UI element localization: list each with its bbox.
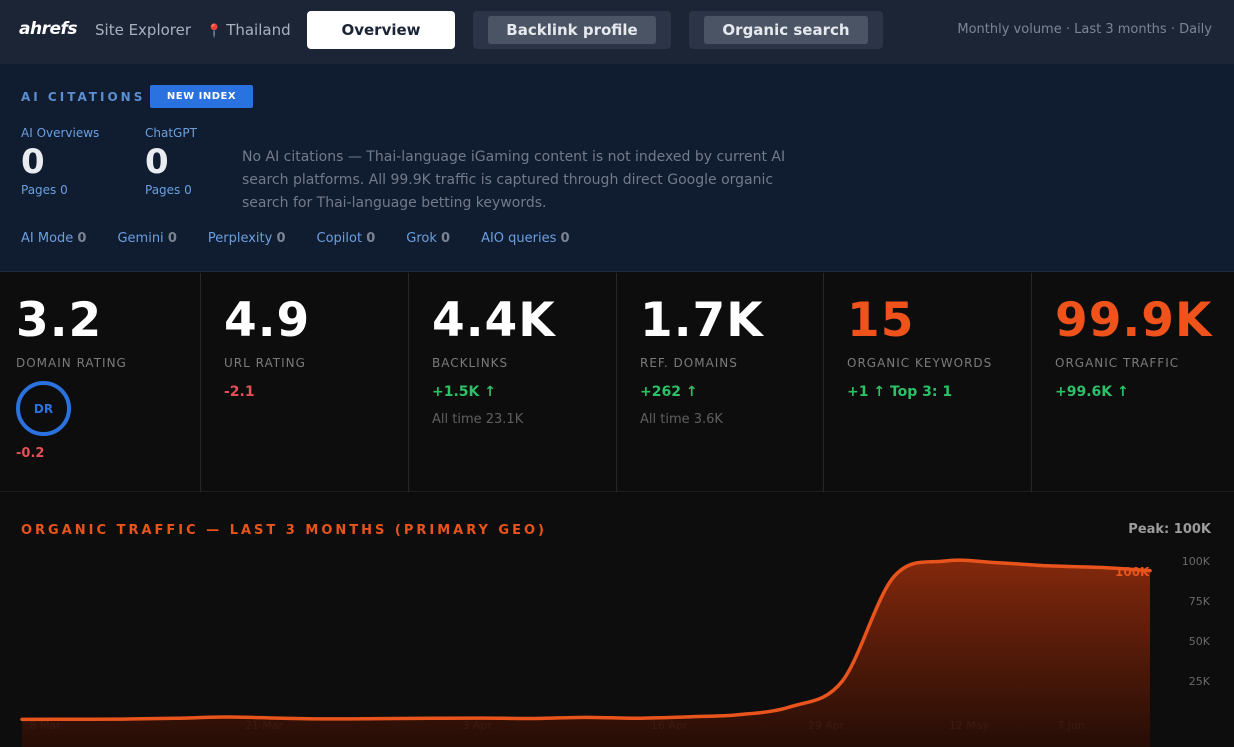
platform-count: 0 <box>77 231 87 246</box>
metric-value: 1.7K <box>640 293 764 348</box>
tab-overview-label: Overview <box>341 21 421 39</box>
location-pin-icon: 📍 <box>206 24 223 39</box>
platform-grok[interactable]: Grok 0 <box>406 231 450 246</box>
platform-aio-queries[interactable]: AIO queries 0 <box>481 231 570 246</box>
metric-change: +99.6K ↑ <box>1055 384 1129 400</box>
ai-overviews-pages: Pages 0 <box>21 183 68 198</box>
metric-domain-rating[interactable]: 3.2 DOMAIN RATING DR -0.2 <box>0 273 201 492</box>
chatgpt-pages: Pages 0 <box>145 183 192 198</box>
y-tick-label: 100K <box>1182 555 1211 568</box>
y-tick-label: 75K <box>1189 595 1211 608</box>
metric-change: +262 ↑ <box>640 384 698 400</box>
metric-url-rating[interactable]: 4.9 URL RATING -2.1 <box>201 273 409 492</box>
chart-title: ORGANIC TRAFFIC — LAST 3 MONTHS (PRIMARY… <box>21 523 547 538</box>
chart-end-label: 100K <box>1115 565 1150 579</box>
metric-change: +1 ↑ Top 3: 1 <box>847 384 953 400</box>
metric-label: REF. DOMAINS <box>640 356 738 370</box>
platform-perplexity[interactable]: Perplexity 0 <box>208 231 286 246</box>
metrics-row: 3.2 DOMAIN RATING DR -0.2 4.9 URL RATING… <box>0 273 1234 492</box>
ai-overviews-label: AI Overviews <box>21 126 100 140</box>
ai-overviews-stat[interactable]: AI Overviews 0 Pages 0 <box>21 126 99 197</box>
metric-label: DOMAIN RATING <box>16 356 127 370</box>
geo-selector[interactable]: 📍 Thailand <box>206 21 291 39</box>
metric-organic-keywords[interactable]: 15 ORGANIC KEYWORDS +1 ↑ Top 3: 1 <box>824 273 1032 492</box>
platform-name: Gemini <box>117 231 164 246</box>
metric-label: ORGANIC KEYWORDS <box>847 356 993 370</box>
metric-ref-domains[interactable]: 1.7K REF. DOMAINS +262 ↑ All time 3.6K <box>617 273 824 492</box>
platform-count: 0 <box>560 231 570 246</box>
platform-name: Grok <box>406 231 437 246</box>
metric-change: +1.5K ↑ <box>432 384 496 400</box>
metric-value: 4.9 <box>224 293 311 348</box>
ai-citations-panel: AI CITATIONS NEW INDEX AI Overviews 0 Pa… <box>0 64 1234 272</box>
ai-overviews-value: 0 <box>21 142 45 182</box>
platform-count: 0 <box>441 231 451 246</box>
metric-value: 99.9K <box>1055 293 1213 348</box>
dr-gauge-icon: DR <box>16 381 71 436</box>
platform-copilot[interactable]: Copilot 0 <box>317 231 376 246</box>
y-tick-label: 25K <box>1189 675 1211 688</box>
ahrefs-logo[interactable]: ahrefs <box>19 19 78 39</box>
tab-overview[interactable]: Overview <box>307 11 455 49</box>
metric-change: -0.2 <box>16 446 45 461</box>
metric-value: 4.4K <box>432 293 556 348</box>
ai-citations-note: No AI citations — Thai-language iGaming … <box>242 149 786 211</box>
platform-name: AI Mode <box>21 231 74 246</box>
metric-label: BACKLINKS <box>432 356 509 370</box>
top-bar: ahrefs Site Explorer 📍 Thailand Overview … <box>0 0 1234 64</box>
metric-change: -2.1 <box>224 384 255 400</box>
geo-label: Thailand <box>226 21 291 39</box>
organic-traffic-chart[interactable]: 25K50K75K100K 8 Mar21 Mar3 Apr16 Apr29 A… <box>0 545 1234 747</box>
y-axis-ticks: 25K 50K 75K 100K <box>1182 555 1211 688</box>
tab-organic-search-label: Organic search <box>704 16 868 44</box>
metric-value: 3.2 <box>16 293 103 348</box>
metric-value: 15 <box>847 293 915 348</box>
tab-backlink-profile-label: Backlink profile <box>488 16 656 44</box>
metric-all-time: All time 3.6K <box>640 412 723 427</box>
metric-backlinks[interactable]: 4.4K BACKLINKS +1.5K ↑ All time 23.1K <box>409 273 617 492</box>
ai-citations-title: AI CITATIONS <box>21 90 146 104</box>
chatgpt-value: 0 <box>145 142 169 182</box>
y-tick-label: 50K <box>1189 635 1211 648</box>
platform-name: AIO queries <box>481 231 557 246</box>
report-settings[interactable]: Monthly volume · Last 3 months · Daily <box>957 22 1212 37</box>
metric-label: URL RATING <box>224 356 306 370</box>
tab-backlink-profile[interactable]: Backlink profile <box>473 11 671 49</box>
platform-count: 0 <box>366 231 376 246</box>
tab-organic-search[interactable]: Organic search <box>689 11 883 49</box>
ai-platforms-list: AI Mode 0 Gemini 0 Perplexity 0 Copilot … <box>21 231 601 246</box>
metric-all-time: All time 23.1K <box>432 412 524 427</box>
chart-peak: Peak: 100K <box>1128 522 1211 537</box>
platform-gemini[interactable]: Gemini 0 <box>117 231 176 246</box>
platform-name: Perplexity <box>207 231 273 246</box>
platform-name: Copilot <box>316 231 363 246</box>
metric-organic-traffic[interactable]: 99.9K ORGANIC TRAFFIC +99.6K ↑ <box>1032 273 1234 492</box>
metric-label: ORGANIC TRAFFIC <box>1055 356 1180 370</box>
platform-count: 0 <box>276 231 286 246</box>
tool-name[interactable]: Site Explorer <box>95 21 191 39</box>
chatgpt-stat[interactable]: ChatGPT 0 Pages 0 <box>145 126 197 197</box>
platform-ai-mode[interactable]: AI Mode 0 <box>21 231 86 246</box>
platform-count: 0 <box>167 231 177 246</box>
new-index-badge: NEW INDEX <box>150 85 253 108</box>
chatgpt-label: ChatGPT <box>145 126 197 140</box>
